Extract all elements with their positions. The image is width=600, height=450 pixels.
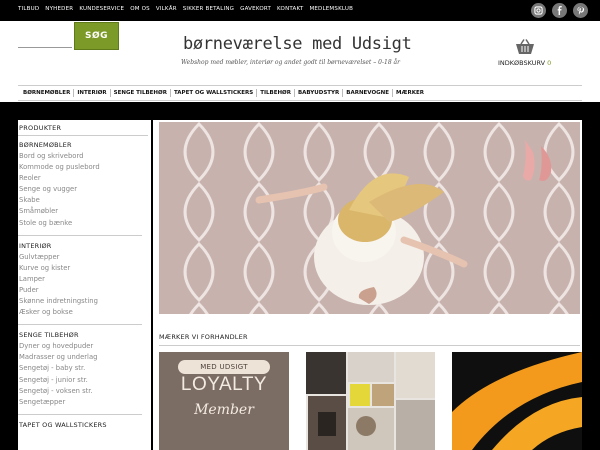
basket-icon xyxy=(516,39,534,54)
column-divider xyxy=(151,120,153,450)
facebook-icon[interactable] xyxy=(552,3,567,18)
top-nav-item[interactable]: MEDLEMSKLUB xyxy=(309,6,353,12)
sidebar-category[interactable]: BØRNEMØBLER xyxy=(19,141,148,149)
sidebar-category[interactable]: SENGE TILBEHØR xyxy=(19,331,148,339)
brand-collage-tile[interactable] xyxy=(306,352,435,450)
brand-loyalty-tile[interactable]: MED UDSIGT LOYALTY Member xyxy=(159,352,289,450)
sidebar-separator xyxy=(18,413,142,415)
sidebar-link[interactable]: Skabe xyxy=(19,195,148,206)
sidebar-link[interactable]: Stole og bænke xyxy=(19,218,148,229)
main-content: PRODUKTER BØRNEMØBLER Bord og skrivebord K… xyxy=(18,120,582,450)
sidebar-link[interactable]: Bord og skrivebord xyxy=(19,151,148,162)
collage-image xyxy=(306,352,435,450)
top-nav-item[interactable]: KUNDESERVICE xyxy=(79,6,124,12)
sidebar-link[interactable]: Kurve og kister xyxy=(19,263,148,274)
search-button[interactable]: SØG xyxy=(74,22,119,50)
brands-heading: MÆRKER VI FORHANDLER xyxy=(159,333,580,346)
top-nav: TILBUD NYHEDER KUNDESERVICE OM OS VILKÅR SIKK… xyxy=(18,6,353,12)
category-nav-item[interactable]: BØRNEMØBLER xyxy=(18,89,75,97)
sidebar-link[interactable]: Gulvtæpper xyxy=(19,252,148,263)
sidebar-link[interactable]: Madrasser og underlag xyxy=(19,352,148,363)
sidebar-link[interactable]: Sengetøj - baby str. xyxy=(19,363,148,374)
category-nav-item[interactable]: MÆRKER xyxy=(393,89,427,97)
category-nav-item[interactable]: TILBEHØR xyxy=(257,89,295,97)
social-links xyxy=(531,3,588,18)
loyalty-pill: MED UDSIGT xyxy=(178,360,270,374)
top-nav-item[interactable]: OM OS xyxy=(130,6,150,12)
sidebar-category[interactable]: INTERIØR xyxy=(19,242,148,250)
top-nav-item[interactable]: SIKKER BETALING xyxy=(183,6,234,12)
sidebar-link[interactable]: Lamper xyxy=(19,274,148,285)
category-nav-item[interactable]: TAPET OG WALLSTICKERS xyxy=(171,89,258,97)
sidebar-link[interactable]: Sengetæpper xyxy=(19,397,148,408)
sidebar-heading: PRODUKTER xyxy=(18,124,148,136)
stripe-image xyxy=(452,352,582,450)
sidebar-link[interactable]: Reoler xyxy=(19,173,148,184)
loyalty-member: Member xyxy=(194,402,254,418)
top-nav-item[interactable]: TILBUD xyxy=(18,6,39,12)
category-nav-item[interactable]: BABYUDSTYR xyxy=(295,89,344,97)
basket-count: 0 xyxy=(547,59,552,67)
sidebar-link[interactable]: Puder xyxy=(19,285,148,296)
hero-slider[interactable] xyxy=(159,122,580,314)
instagram-icon[interactable] xyxy=(531,3,546,18)
basket-label: INDKØBSKURV 0 xyxy=(498,59,552,67)
logo-title[interactable]: børneværelse med Udsigt xyxy=(183,34,423,54)
search-input[interactable] xyxy=(18,35,72,48)
sidebar-link[interactable]: Sengetøj - voksen str. xyxy=(19,386,148,397)
pinterest-icon[interactable] xyxy=(573,3,588,18)
sidebar-category[interactable]: TAPET OG WALLSTICKERS xyxy=(19,421,148,429)
top-nav-item[interactable]: GAVEKORT xyxy=(240,6,271,12)
category-nav-item[interactable]: SENGE TILBEHØR xyxy=(111,89,171,97)
header: SØG børneværelse med Udsigt Webshop med … xyxy=(0,21,600,84)
top-nav-item[interactable]: NYHEDER xyxy=(45,6,73,12)
top-nav-item[interactable]: KONTAKT xyxy=(277,6,303,12)
sidebar: PRODUKTER BØRNEMØBLER Bord og skrivebord K… xyxy=(18,120,148,450)
sidebar-link[interactable]: Småmøbler xyxy=(19,206,148,217)
sidebar-link[interactable]: Æsker og bokse xyxy=(19,307,148,318)
top-nav-item[interactable]: VILKÅR xyxy=(156,6,177,12)
loyalty-title: LOYALTY xyxy=(180,374,268,395)
sidebar-separator xyxy=(18,324,142,326)
sidebar-link[interactable]: Sengetøj - junior str. xyxy=(19,375,148,386)
sidebar-link[interactable]: Dyner og hovedpuder xyxy=(19,341,148,352)
category-nav-item[interactable]: BARNEVOGNE xyxy=(343,89,394,97)
category-nav: BØRNEMØBLER INTERIØR SENGE TILBEHØR TAPET O… xyxy=(18,85,582,101)
sidebar-link[interactable]: Senge og vugger xyxy=(19,184,148,195)
category-nav-item[interactable]: INTERIØR xyxy=(74,89,111,97)
top-bar: TILBUD NYHEDER KUNDESERVICE OM OS VILKÅR SIKK… xyxy=(0,0,600,21)
sidebar-link[interactable]: Kommode og puslebord xyxy=(19,162,148,173)
hero-image xyxy=(159,122,580,314)
sidebar-separator xyxy=(18,234,142,236)
sidebar-link[interactable]: Skønne indretningsting xyxy=(19,296,148,307)
logo-tagline: Webshop med møbler, interiør og andet go… xyxy=(181,59,400,66)
brand-stripe-tile[interactable] xyxy=(452,352,582,450)
